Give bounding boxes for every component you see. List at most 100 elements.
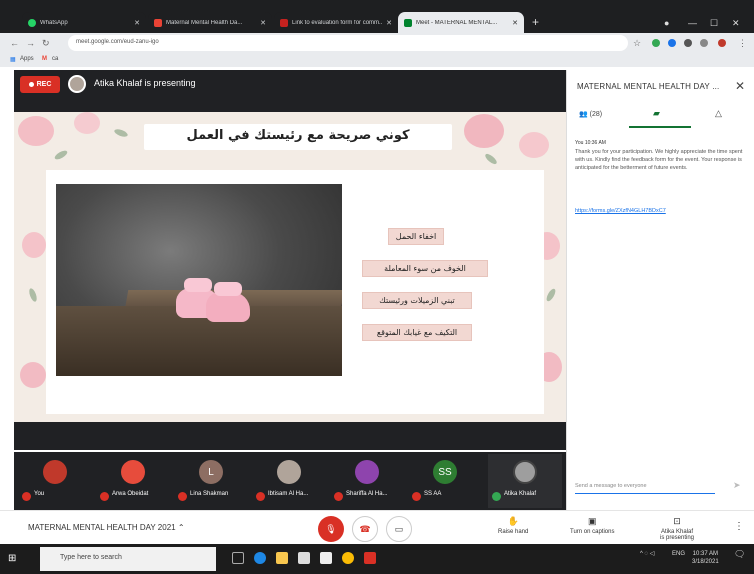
record-dot-icon [28, 82, 34, 87]
participant-tile[interactable]: You [18, 454, 92, 508]
document-icon [280, 18, 288, 27]
minimize-button[interactable]: — [688, 18, 697, 28]
mic-off-icon [100, 492, 109, 501]
profile-avatar[interactable] [718, 39, 726, 47]
taskbar-search-field[interactable]: Type here to search [40, 547, 216, 571]
youtube-icon [154, 18, 162, 27]
clock[interactable]: 10:37 AM 3/18/2021 [692, 550, 719, 566]
bookmarks-bar: ▦ Apps M ca [0, 53, 754, 67]
camera-icon: ▭ [394, 523, 404, 534]
close-tab-icon[interactable]: ✕ [386, 19, 392, 27]
more-options-icon[interactable]: ⋮ [734, 521, 744, 532]
profile-dot-icon[interactable]: ● [664, 18, 669, 28]
participant-tile[interactable]: SS SS AA [408, 454, 482, 508]
participant-name: You [34, 491, 45, 497]
tab-youtube[interactable]: Maternal Mental Health Da... ✕ [148, 12, 272, 33]
send-icon[interactable]: ➤ [733, 480, 741, 491]
message-sender: You 10:36 AM [575, 140, 606, 146]
leaf-decoration [27, 287, 39, 303]
mic-off-icon [412, 492, 421, 501]
tab-activities[interactable]: △ [715, 108, 722, 119]
close-tab-icon[interactable]: ✕ [260, 19, 266, 27]
windows-taskbar: ⊞ Type here to search ^ ◌ ◁ ENG 10:37 AM… [0, 544, 754, 574]
extension-icon[interactable] [668, 39, 676, 47]
shapes-icon: △ [715, 108, 722, 118]
tab-whatsapp[interactable]: WhatsApp ✕ [22, 12, 146, 33]
extension-icon[interactable] [652, 39, 660, 47]
meeting-title[interactable]: MATERNAL MENTAL HEALTH DAY 2021 ⌃ [28, 523, 185, 532]
chevron-up-icon[interactable]: ⌃ [178, 523, 185, 532]
presenter-avatar [68, 75, 86, 93]
avatar: SS [433, 460, 457, 484]
feedback-form-link[interactable]: https://forms.gle/ZXzfN4GLH7BDxC7 [575, 208, 666, 214]
participant-name: Lina Shakman [190, 491, 229, 497]
new-tab-button[interactable]: + [532, 15, 539, 29]
slide-bullet: التكيف مع غيابك المتوقع [362, 324, 472, 341]
url-field[interactable]: meet.google.com/eud-zanu-igo [68, 35, 628, 51]
task-view-icon[interactable] [232, 552, 244, 564]
mic-toggle-button[interactable]: 🎙 [318, 516, 344, 542]
slide-bullet: اخفاء الحمل [388, 228, 444, 245]
leaf-decoration [53, 148, 69, 162]
avatar [121, 460, 145, 484]
raise-hand-button[interactable]: ✋ Raise hand [498, 516, 528, 535]
camera-toggle-button[interactable]: ▭ [386, 516, 412, 542]
bootie-image [206, 282, 250, 322]
star-icon[interactable]: ☆ [633, 38, 641, 49]
extension-icon[interactable] [700, 39, 708, 47]
forward-icon[interactable]: → [26, 38, 35, 48]
participant-tile[interactable]: Ibtisam Al Ha... [252, 454, 326, 508]
flower-decoration [22, 232, 46, 258]
system-tray-icons[interactable]: ^ ◌ ◁ [640, 550, 654, 558]
chat-panel: MATERNAL MENTAL HEALTH DAY ... ✕ 👥 (28) … [566, 70, 752, 510]
back-icon[interactable]: ← [10, 38, 19, 48]
windows-start-icon[interactable]: ⊞ [8, 553, 16, 564]
close-tab-icon[interactable]: ✕ [512, 19, 518, 27]
powerpoint-icon[interactable] [364, 552, 376, 564]
apps-grid-icon[interactable]: ▦ [10, 56, 16, 63]
close-tab-icon[interactable]: ✕ [134, 19, 140, 27]
participant-tile[interactable]: Shariffa Al Ha... [330, 454, 404, 508]
bookmark-apps[interactable]: Apps [20, 56, 34, 62]
chrome-icon[interactable] [342, 552, 354, 564]
store-icon[interactable] [298, 552, 310, 564]
hang-up-icon: ☎ [359, 523, 371, 534]
maximize-button[interactable]: ☐ [710, 18, 718, 29]
tab-evaluation-form[interactable]: Link to evaluation form for comm... ✕ [274, 12, 398, 33]
reload-icon[interactable]: ↻ [42, 38, 50, 49]
file-explorer-icon[interactable] [276, 552, 288, 564]
meet-icon [404, 18, 412, 27]
tab-chat[interactable]: ▰ [653, 108, 660, 119]
participant-tile[interactable]: Atika Khalaf [488, 454, 562, 508]
close-window-button[interactable]: ✕ [732, 18, 740, 29]
chat-message-input[interactable]: Send a message to everyone [575, 480, 715, 494]
leave-call-button[interactable]: ☎ [352, 516, 378, 542]
tab-people[interactable]: 👥 (28) [579, 110, 602, 118]
leaf-decoration [113, 127, 129, 139]
extension-icon[interactable] [684, 39, 692, 47]
participant-strip: You Arwa Obeidat L Lina Shakman Ibtisam … [14, 452, 566, 510]
language-indicator[interactable]: ENG [672, 550, 685, 558]
chat-icon: ▰ [653, 108, 660, 118]
menu-kebab-icon[interactable]: ⋮ [738, 38, 747, 49]
gmail-icon[interactable]: M [42, 56, 47, 62]
presentation-button[interactable]: ⊡ Atika Khalaf is presenting [660, 516, 694, 541]
edge-icon[interactable] [254, 552, 266, 564]
participant-tile[interactable]: L Lina Shakman [174, 454, 248, 508]
captions-button[interactable]: ▣ Turn on captions [570, 516, 614, 535]
panel-title: MATERNAL MENTAL HEALTH DAY ... [577, 82, 720, 91]
participant-tile[interactable]: Arwa Obeidat [96, 454, 170, 508]
mic-off-icon [178, 492, 187, 501]
flower-decoration [18, 116, 54, 146]
mail-icon[interactable] [320, 552, 332, 564]
close-icon[interactable]: ✕ [735, 79, 745, 93]
address-bar-row: ← → ↻ meet.google.com/eud-zanu-igo ☆ ⋮ [0, 33, 754, 53]
slide-bullet: الخوف من سوء المعاملة [362, 260, 488, 277]
avatar [513, 460, 537, 484]
leaf-decoration [483, 152, 499, 166]
notifications-icon[interactable]: 🗨 [734, 550, 745, 559]
mic-off-icon: 🎙 [325, 523, 337, 534]
mic-off-icon [334, 492, 343, 501]
bookmark-item[interactable]: ca [52, 56, 58, 62]
tab-meet[interactable]: Meet - MATERNAL MENTAL... ✕ [398, 12, 524, 33]
